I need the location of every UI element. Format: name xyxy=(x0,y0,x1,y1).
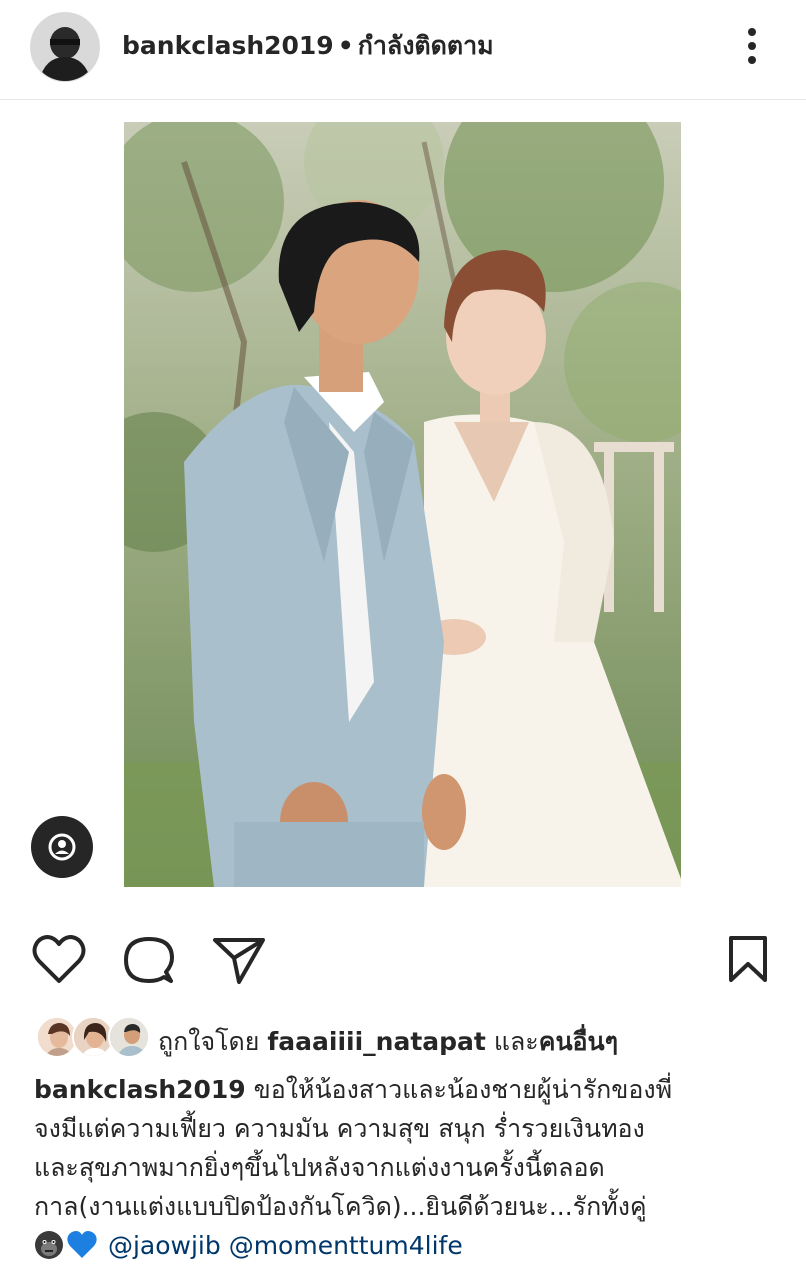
header-separator: • xyxy=(337,31,354,60)
blue-heart-emoji xyxy=(66,1230,98,1271)
likes-others-link[interactable]: คนอื่นๆ xyxy=(539,1027,618,1056)
likes-connector: และ xyxy=(493,1027,539,1056)
liker-username[interactable]: faaaiiii_natapat xyxy=(267,1027,485,1056)
post-header: bankclash2019 • กำลังติดตาม xyxy=(0,0,806,100)
mention-link[interactable]: @momenttum4life xyxy=(229,1231,463,1260)
caption-line-1: ขอให้น้องสาวและน้องชายผู้น่ารักของพี่ xyxy=(253,1075,673,1104)
user-tag-icon[interactable] xyxy=(31,816,93,878)
caption-line-2: จงมีแต่ความเฟี้ยว ความมัน ความสุข สนุก ร… xyxy=(34,1114,645,1143)
comment-icon[interactable] xyxy=(122,934,176,986)
gorilla-emoji xyxy=(34,1230,64,1271)
bookmark-icon[interactable] xyxy=(726,934,770,984)
more-vertical-icon[interactable] xyxy=(738,24,766,68)
caption-line-3: และสุขภาพมากยิ่งๆขึ้นไปหลังจากแต่งงานครั… xyxy=(34,1153,605,1182)
post-caption: bankclash2019 ขอให้น้องสาวและน้องชายผู้น… xyxy=(34,1070,794,1271)
header-username[interactable]: bankclash2019 xyxy=(122,31,334,60)
caption-line-4: กาล(งานแต่งแบบปิดป้องกันโควิด)...ยินดีด้… xyxy=(34,1192,647,1221)
avatar[interactable] xyxy=(30,12,100,82)
liker-avatar[interactable] xyxy=(108,1016,150,1058)
mention-link[interactable]: @jaowjib xyxy=(108,1231,221,1260)
send-icon[interactable] xyxy=(212,934,266,986)
heart-icon[interactable] xyxy=(32,934,86,986)
likes-prefix: ถูกใจโดย xyxy=(158,1027,260,1056)
likes-text: ถูกใจโดย faaaiiii_natapat และคนอื่นๆ xyxy=(158,1022,618,1062)
follow-status[interactable]: กำลังติดตาม xyxy=(358,31,494,60)
header-title: bankclash2019 • กำลังติดตาม xyxy=(122,26,494,66)
caption-username[interactable]: bankclash2019 xyxy=(34,1075,246,1104)
likes-row: ถูกใจโดย faaaiiii_natapat และคนอื่นๆ xyxy=(36,1016,796,1062)
post-photo[interactable] xyxy=(124,122,681,887)
